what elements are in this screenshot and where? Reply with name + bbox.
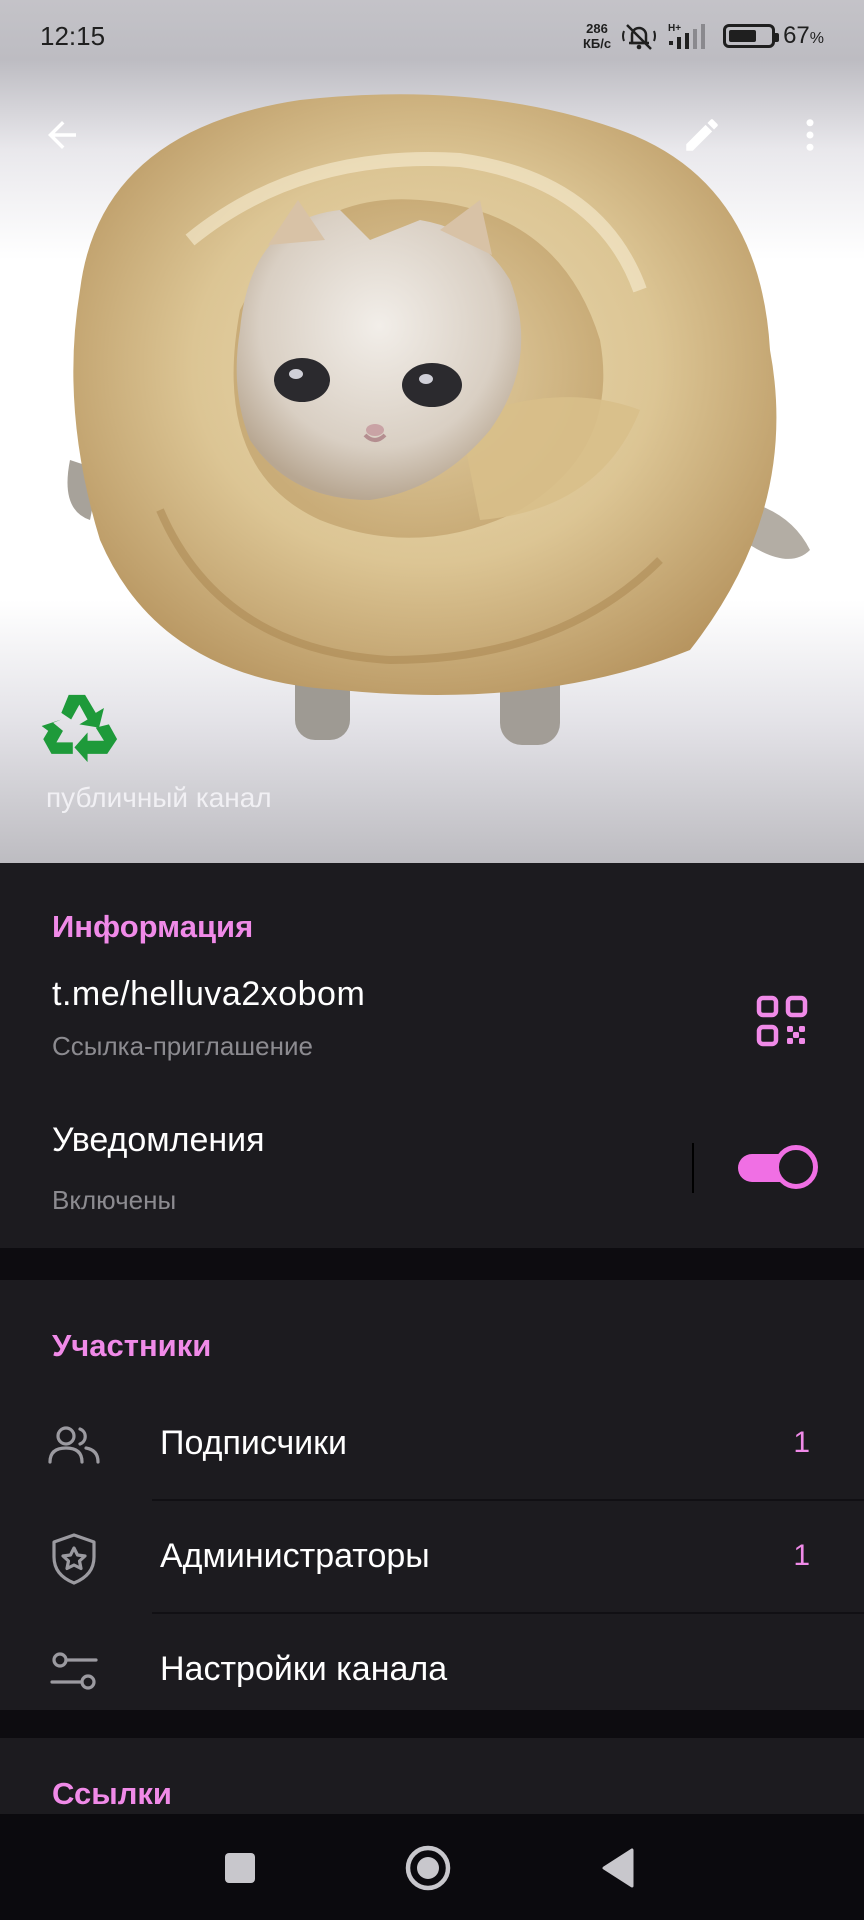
edit-button[interactable]: [670, 103, 734, 167]
links-section-title: Ссылки: [52, 1776, 172, 1811]
status-bar: 12:15 286 КБ/с H+ 67%: [0, 0, 864, 72]
administrators-row[interactable]: Администраторы 1: [0, 1501, 864, 1614]
channel-settings-label: Настройки канала: [160, 1650, 448, 1688]
subscribers-row[interactable]: Подписчики 1: [0, 1388, 864, 1501]
channel-type-label: публичный канал: [46, 782, 272, 813]
qr-code-icon[interactable]: [756, 995, 808, 1047]
section-divider: [0, 1710, 864, 1738]
vertical-divider: [692, 1143, 694, 1193]
notifications-status: Включены: [52, 1185, 177, 1215]
signal-icon: H+: [668, 23, 706, 49]
system-navigation-bar: [0, 1814, 864, 1920]
members-section: Участники Подписчики 1 Администраторы 1: [0, 1280, 864, 1710]
members-section-title: Участники: [52, 1328, 212, 1363]
channel-header: 12:15 286 КБ/с H+ 67% публичный канал: [0, 0, 864, 863]
square-icon: [225, 1853, 255, 1883]
info-section-title: Информация: [52, 909, 254, 944]
notifications-title: Уведомления: [52, 1121, 265, 1159]
home-circle-icon: [405, 1845, 451, 1891]
info-section: Информация t.me/helluva2xobom Ссылка-при…: [0, 863, 864, 1248]
shield-star-icon: [52, 1533, 96, 1585]
recycle-icon: [41, 694, 118, 763]
battery-fill: [729, 30, 757, 42]
administrators-label: Администраторы: [160, 1537, 430, 1575]
status-time: 12:15: [40, 20, 106, 51]
status-icons: 286 КБ/с H+ 67%: [583, 21, 824, 51]
network-type-label: H+: [668, 23, 681, 34]
battery-indicator: 67%: [723, 22, 824, 50]
administrators-count: 1: [793, 1539, 810, 1572]
sliders-icon: [50, 1652, 98, 1690]
links-section: Ссылки: [0, 1738, 864, 1814]
muted-bell-icon: [622, 24, 657, 50]
invite-link[interactable]: t.me/helluva2xobom: [52, 975, 365, 1014]
battery-icon: [723, 24, 780, 48]
recents-button[interactable]: [210, 1838, 270, 1898]
subscribers-label: Подписчики: [160, 1424, 348, 1462]
more-options-button[interactable]: [778, 103, 842, 167]
subscribers-count: 1: [793, 1426, 810, 1459]
network-speed-value: 286: [586, 21, 608, 36]
back-button[interactable]: [30, 103, 94, 167]
notifications-toggle[interactable]: [738, 1145, 818, 1191]
triangle-back-icon: [602, 1848, 634, 1888]
invite-link-caption: Ссылка-приглашение: [52, 1031, 313, 1061]
back-arrow-icon: [48, 121, 76, 149]
more-vert-icon: [806, 119, 814, 151]
network-speed-unit: КБ/с: [582, 36, 612, 51]
pencil-icon: [686, 119, 718, 151]
back-nav-button[interactable]: [588, 1838, 648, 1898]
network-speed: 286 КБ/с: [583, 21, 611, 51]
section-divider: [0, 1248, 864, 1280]
battery-percent: 67%: [783, 22, 824, 49]
people-icon: [48, 1426, 100, 1464]
channel-avatar-image: [67, 94, 810, 745]
home-button[interactable]: [398, 1838, 458, 1898]
